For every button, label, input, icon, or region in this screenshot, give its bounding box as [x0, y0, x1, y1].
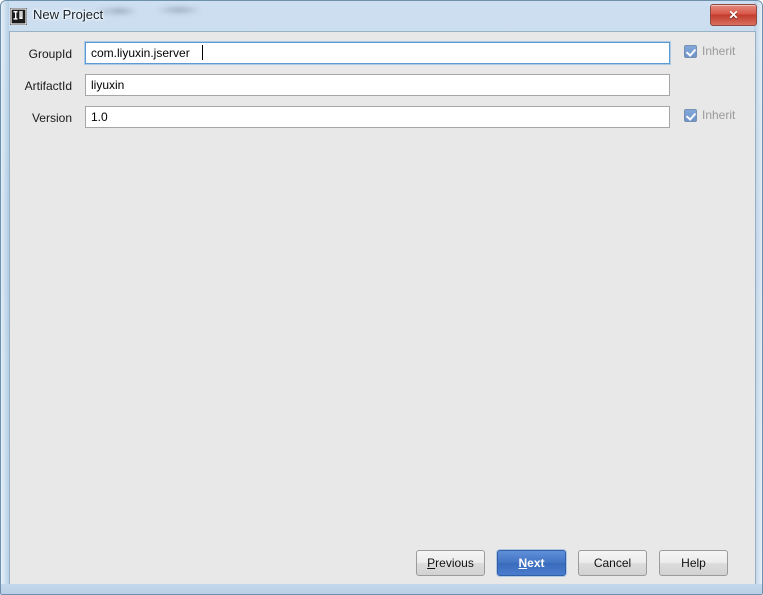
close-button[interactable] [710, 4, 757, 26]
version-inherit-checkbox[interactable] [684, 108, 697, 122]
version-inherit-label: Inherit [702, 108, 736, 122]
previous-label-rest: revious [435, 556, 474, 570]
form-row-groupid: GroupId Inherit [10, 40, 755, 72]
artifactid-label: ArtifactId [24, 79, 72, 93]
previous-button[interactable]: Previous [416, 550, 485, 576]
next-mnemonic: N [518, 556, 528, 570]
dialog-button-bar: Previous Next Cancel Help [10, 550, 755, 586]
next-button[interactable]: Next [497, 550, 566, 576]
version-inherit-group[interactable]: Inherit [684, 108, 735, 122]
next-label-rest: ext [527, 556, 545, 570]
text-caret [202, 45, 203, 60]
version-label: Version [31, 111, 72, 125]
dialog-client-area: GroupId Inherit ArtifactId Version [9, 31, 756, 586]
groupid-inherit-label: Inherit [702, 44, 736, 58]
previous-mnemonic: P [427, 556, 436, 570]
blurred-background-content [97, 2, 237, 20]
artifactid-input[interactable] [85, 74, 670, 96]
window-frame-left-edge [1, 1, 9, 594]
cancel-button[interactable]: Cancel [578, 550, 647, 576]
groupid-label: GroupId [28, 47, 72, 61]
groupid-inherit-group[interactable]: Inherit [684, 44, 735, 58]
groupid-inherit-checkbox[interactable] [684, 44, 697, 58]
form-row-version: Version Inherit [10, 104, 755, 136]
help-button[interactable]: Help [659, 550, 728, 576]
new-project-dialog-window: New Project GroupId Inherit ArtifactId [0, 0, 763, 595]
window-frame-bottom-edge [1, 584, 762, 594]
intellij-idea-icon [10, 8, 27, 25]
form-row-artifactid: ArtifactId [10, 72, 755, 104]
title-bar[interactable]: New Project [1, 1, 762, 31]
maven-coordinates-form: GroupId Inherit ArtifactId Version [10, 40, 755, 136]
window-title: New Project [33, 7, 104, 22]
groupid-input[interactable] [85, 42, 670, 64]
version-input[interactable] [85, 106, 670, 128]
